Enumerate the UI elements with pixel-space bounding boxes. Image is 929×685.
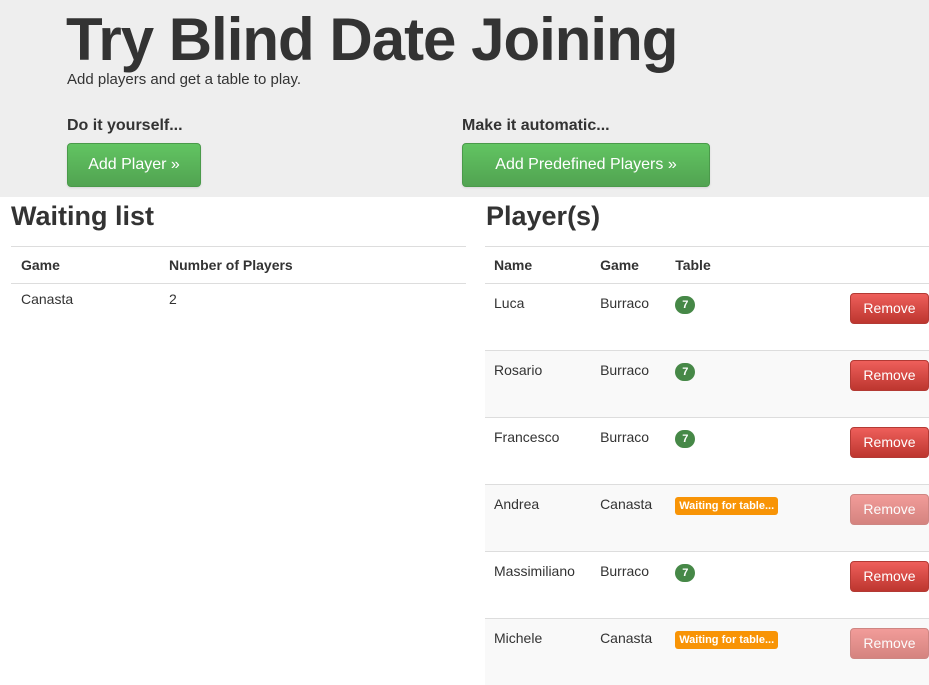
player-name-cell: Francesco [485,418,591,485]
player-game-cell: Burraco [591,351,666,418]
column-header-actions [799,247,929,284]
manual-heading: Do it yourself... [67,117,183,135]
table-number-badge: 7 [675,564,695,582]
table-row: Canasta 2 [11,284,466,315]
remove-player-button[interactable]: Remove [850,293,929,324]
table-number-badge: 7 [675,430,695,448]
player-actions-cell: Remove [799,485,929,552]
player-actions-cell: Remove [799,552,929,619]
player-table-cell: Waiting for table... [666,485,799,552]
auto-heading: Make it automatic... [462,117,610,135]
player-table-cell: 7 [666,418,799,485]
table-row: Francesco Burraco 7 Remove [485,418,929,485]
player-game-cell: Burraco [591,284,666,351]
player-name: Francesco [494,418,591,445]
player-game: Burraco [600,351,666,378]
table-row: Luca Burraco 7 Remove [485,284,929,351]
hero-unit: Try Blind Date Joining Add players and g… [0,0,929,197]
player-game-cell: Canasta [591,485,666,552]
player-game-cell: Burraco [591,418,666,485]
waiting-game-cell: Canasta [11,284,159,315]
column-header-table: Table [666,247,799,284]
player-actions-cell: Remove [799,284,929,351]
players-body: LucaBurraco7RemoveRosarioBurraco7RemoveF… [485,284,929,685]
remove-player-button[interactable]: Remove [850,561,929,592]
player-name: Luca [494,284,591,311]
remove-player-button[interactable]: Remove [850,360,929,391]
column-header-number-of-players: Number of Players [159,247,466,284]
remove-player-button[interactable]: Remove [850,628,929,659]
player-game: Burraco [600,552,666,579]
waiting-players-cell: 2 [159,284,466,315]
player-game-cell: Burraco [591,552,666,619]
player-game: Burraco [600,284,666,311]
player-table-cell: 7 [666,351,799,418]
waiting-for-table-label: Waiting for table... [675,497,778,515]
add-player-button[interactable]: Add Player » [67,143,201,187]
waiting-list-header-row: Game Number of Players [11,247,466,284]
players-table: Name Game Table LucaBurraco7RemoveRosari… [485,246,929,685]
player-name: Rosario [494,351,591,378]
player-table-cell: 7 [666,552,799,619]
waiting-list-title: Waiting list [11,198,154,234]
waiting-list-table: Game Number of Players Canasta 2 [11,246,466,314]
player-name-cell: Rosario [485,351,591,418]
table-row: Andrea Canasta Waiting for table... Remove [485,485,929,552]
player-name: Andrea [494,485,591,512]
add-predefined-players-button[interactable]: Add Predefined Players » [462,143,710,187]
table-number-badge: 7 [675,363,695,381]
table-number-badge: 7 [675,296,695,314]
player-name-cell: Andrea [485,485,591,552]
player-name-cell: Massimiliano [485,552,591,619]
column-header-name: Name [485,247,591,284]
players-header-row: Name Game Table [485,247,929,284]
column-header-game: Game [591,247,666,284]
table-row: Rosario Burraco 7 Remove [485,351,929,418]
player-actions-cell: Remove [799,619,929,685]
player-name: Massimiliano [494,552,591,579]
player-name-cell: Luca [485,284,591,351]
table-row: MicheleCanasta Waiting for table... Remove [485,619,929,685]
player-game-cell: Canasta [591,619,666,685]
player-game: Burraco [600,418,666,445]
player-table-cell: Waiting for table... [666,619,799,685]
remove-player-button[interactable]: Remove [850,494,929,525]
remove-player-button[interactable]: Remove [850,427,929,458]
player-game: Canasta [600,485,666,512]
column-header-game: Game [11,247,159,284]
player-actions-cell: Remove [799,351,929,418]
table-row: Massimiliano Burraco 7 Remove [485,552,929,619]
player-table-cell: 7 [666,284,799,351]
page-subtitle: Add players and get a table to play. [67,71,301,88]
page-title: Try Blind Date Joining [66,6,677,74]
player-actions-cell: Remove [799,418,929,485]
player-name-cell: Michele [485,619,591,685]
players-title: Player(s) [486,198,600,234]
waiting-for-table-label: Waiting for table... [675,631,778,649]
